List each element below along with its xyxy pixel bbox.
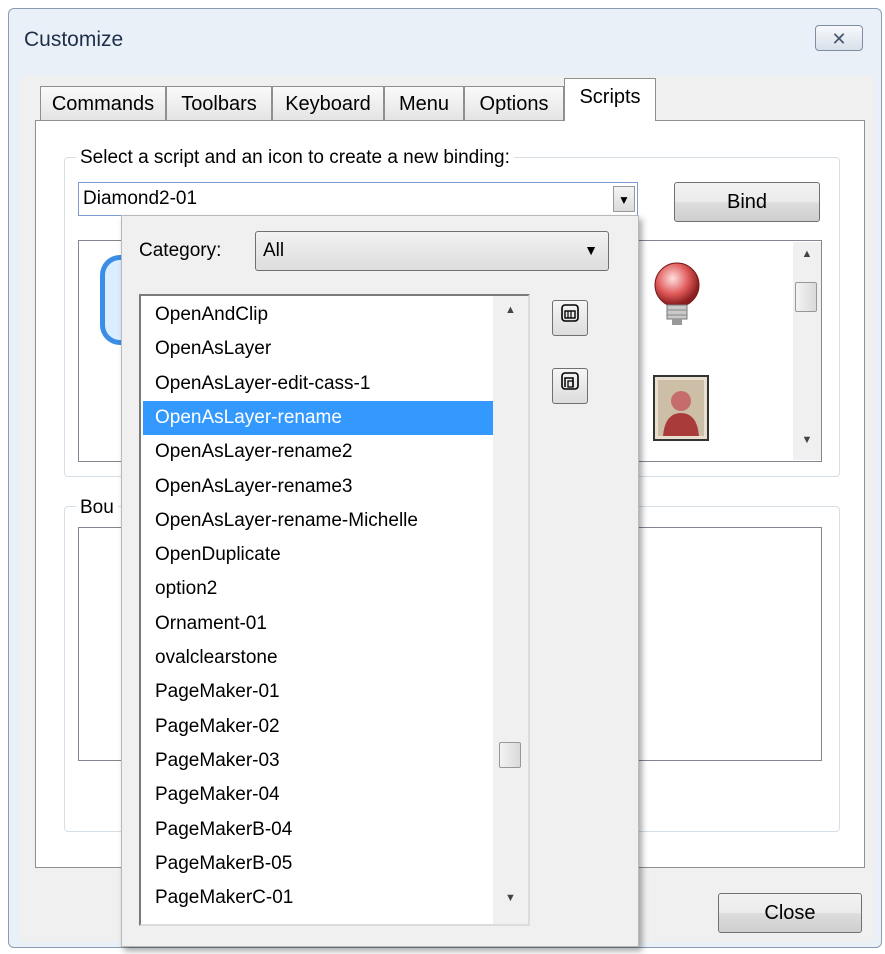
icon-view-icon[interactable]: [552, 368, 588, 404]
list-item[interactable]: PageMaker-01: [143, 675, 493, 709]
list-item[interactable]: OpenAsLayer-rename3: [143, 470, 493, 504]
script-dropdown-popup: Category: All ▼ OpenAndClip OpenAsLayer Op…: [121, 215, 639, 947]
script-list-scrollbar[interactable]: ▲ ▼: [493, 296, 528, 924]
tab-menu[interactable]: Menu: [384, 86, 464, 120]
tab-commands[interactable]: Commands: [40, 86, 166, 120]
close-button[interactable]: Close: [718, 893, 862, 933]
tab-scripts[interactable]: Scripts: [564, 78, 656, 121]
list-item[interactable]: OpenAsLayer-rename2: [143, 435, 493, 469]
scrollbar-thumb[interactable]: [795, 282, 817, 312]
list-item[interactable]: OpenAsLayer: [143, 332, 493, 366]
tab-keyboard[interactable]: Keyboard: [272, 86, 384, 120]
window-title: Customize: [24, 28, 124, 51]
category-select[interactable]: All ▼: [255, 231, 609, 271]
list-item[interactable]: OpenAsLayer-edit-cass-1: [143, 367, 493, 401]
icon-picker-scrollbar[interactable]: ▲ ▼: [793, 242, 821, 460]
binding-group-label: Select a script and an icon to create a …: [76, 147, 514, 169]
list-item[interactable]: PageMakerB-05: [143, 847, 493, 881]
bound-group-label: Bou: [76, 497, 118, 519]
script-list[interactable]: OpenAndClip OpenAsLayer OpenAsLayer-edit-c…: [139, 294, 530, 926]
list-item[interactable]: OpenAsLayer-rename: [143, 400, 493, 435]
list-item[interactable]: PageMaker-03: [143, 744, 493, 778]
category-value: All: [263, 240, 285, 261]
list-item[interactable]: PageMakerB-04: [143, 813, 493, 847]
list-view-icon[interactable]: [552, 300, 588, 336]
scroll-up-icon[interactable]: ▲: [793, 248, 821, 260]
scrollbar-thumb[interactable]: [499, 742, 521, 768]
scroll-down-icon[interactable]: ▼: [493, 892, 528, 904]
list-item[interactable]: OpenDuplicate: [143, 538, 493, 572]
list-item[interactable]: PageMaker-02: [143, 710, 493, 744]
list-item[interactable]: PageMaker-04: [143, 778, 493, 812]
lightbulb-icon[interactable]: [649, 261, 705, 337]
chevron-down-icon: ▼: [584, 242, 598, 258]
list-item[interactable]: OpenAndClip: [143, 298, 493, 332]
script-combo-value: Diamond2-01: [83, 188, 198, 209]
scroll-up-icon[interactable]: ▲: [493, 304, 528, 316]
category-label: Category:: [139, 240, 222, 261]
window-close-button[interactable]: ✕: [815, 25, 863, 51]
list-item[interactable]: ovalclearstone: [143, 641, 493, 675]
tab-options[interactable]: Options: [464, 86, 564, 120]
person-icon[interactable]: [653, 375, 709, 447]
list-item[interactable]: option2: [143, 572, 493, 606]
list-item[interactable]: Ornament-01: [143, 607, 493, 641]
script-combo[interactable]: Diamond2-01 ▼: [78, 182, 638, 216]
list-item[interactable]: OpenAsLayer-rename-Michelle: [143, 504, 493, 538]
chevron-down-icon[interactable]: ▼: [613, 186, 635, 212]
bind-button[interactable]: Bind: [674, 182, 820, 222]
list-item[interactable]: PageMakerC-01: [143, 881, 493, 915]
tab-toolbars[interactable]: Toolbars: [166, 86, 272, 120]
scroll-down-icon[interactable]: ▼: [793, 434, 821, 446]
